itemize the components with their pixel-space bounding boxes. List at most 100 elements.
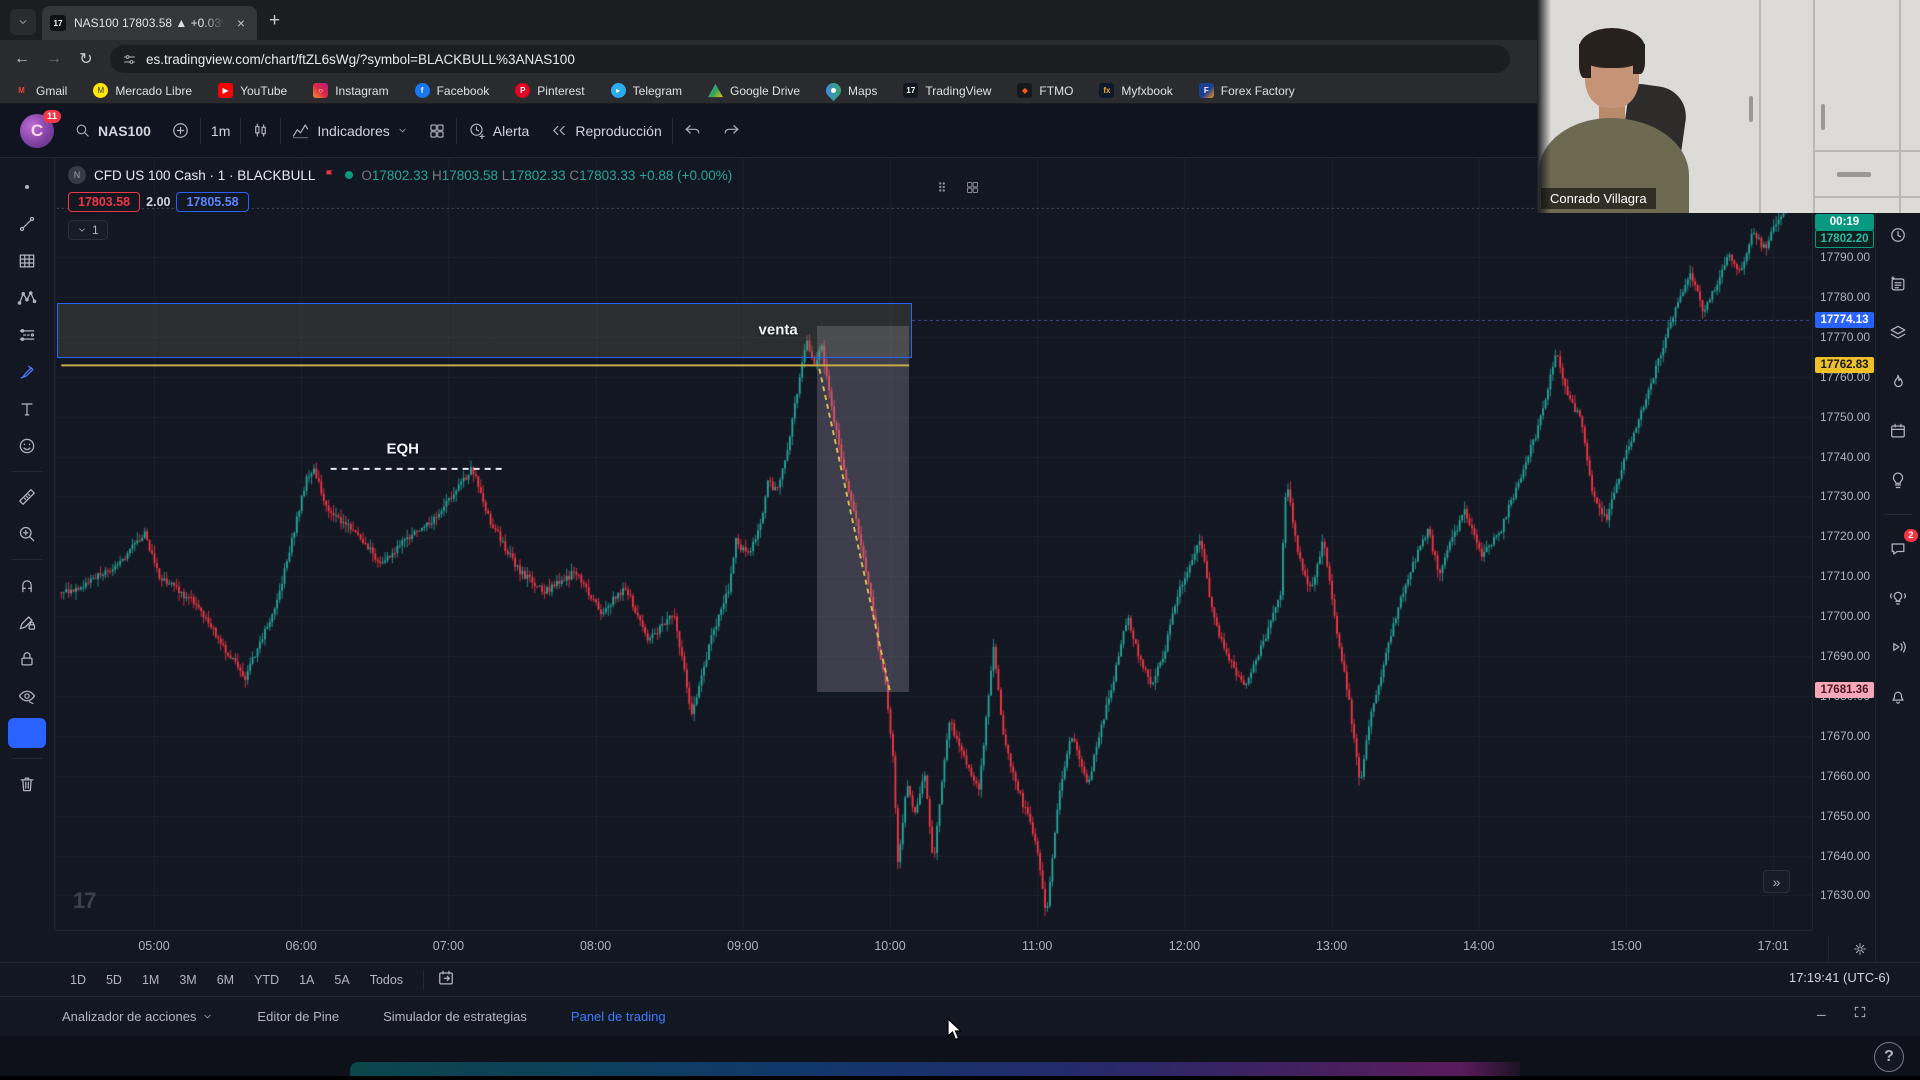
panel-tab-panel-de-trading[interactable]: Panel de trading [571, 1009, 666, 1024]
chats-icon [1888, 539, 1908, 559]
browser-tab[interactable]: 17 NAS100 17803.58 ▲ +0.03% Si × [42, 6, 257, 40]
range-1m-button[interactable]: 1M [134, 969, 167, 991]
drawing-lock-tool[interactable] [8, 607, 46, 637]
go-to-date-button[interactable] [436, 968, 456, 991]
ruler-tool[interactable] [8, 482, 46, 512]
bookmark-item[interactable]: PPinterest [515, 83, 584, 98]
spread-value: 2.00 [146, 195, 170, 209]
replay-button[interactable]: Reproducción [539, 121, 671, 140]
wardrobe-seam [1759, 0, 1761, 213]
sync-drawings-tool[interactable] [8, 718, 46, 748]
bookmark-item[interactable]: ▸Telegram [611, 83, 682, 98]
series-clock[interactable]: 17:19:41 (UTC-6) [1789, 970, 1890, 985]
scroll-to-recent-button[interactable]: » [1763, 870, 1790, 893]
shows-button[interactable] [1883, 632, 1913, 662]
range-1d-button[interactable]: 1D [62, 969, 94, 991]
bookmark-item[interactable]: fFacebook [415, 83, 490, 98]
live-streams-button[interactable] [1883, 583, 1913, 613]
alerts-clock-button[interactable] [1883, 220, 1913, 250]
notifications-button[interactable] [1883, 681, 1913, 711]
panel-tab-analizador-de-acciones[interactable]: Analizador de acciones [62, 1009, 213, 1024]
range-todos-button[interactable]: Todos [362, 969, 411, 991]
flag-icon[interactable] [323, 167, 337, 183]
lock-all-tool[interactable] [8, 644, 46, 674]
tradingview-watermark-logo[interactable]: 17 [73, 888, 95, 914]
trend-line-tool[interactable] [8, 209, 46, 239]
indicator-templates-button[interactable] [418, 122, 456, 140]
range-6m-button[interactable]: 6M [209, 969, 242, 991]
help-button[interactable]: ? [1874, 1042, 1904, 1072]
price-tick-label: 17630.00 [1820, 888, 1870, 902]
time-tick-label: 12:00 [1169, 939, 1200, 953]
calendar-button[interactable] [1883, 416, 1913, 446]
candles-icon [251, 121, 270, 140]
sell-zone-label[interactable]: venta [759, 321, 798, 338]
text-notes-button[interactable] [1883, 269, 1913, 299]
hotlists-button[interactable] [1883, 367, 1913, 397]
brush-tool[interactable] [8, 357, 46, 387]
bookmark-item[interactable]: ○Instagram [313, 83, 388, 98]
new-tab-button[interactable]: + [269, 10, 280, 32]
maximize-pane-icon[interactable] [965, 180, 980, 195]
bookmark-item[interactable]: MGmail [14, 83, 67, 98]
address-bar[interactable]: es.tradingview.com/chart/ftZL6sWg/?symbo… [110, 45, 1510, 73]
tab-list-chevron-icon[interactable] [10, 9, 36, 35]
fib-retracement-tool[interactable] [8, 246, 46, 276]
drawings-count-button[interactable]: 1 [68, 220, 108, 240]
bookmark-item[interactable]: MMercado Libre [93, 83, 192, 98]
range-ytd-button[interactable]: YTD [246, 969, 287, 991]
sell-price-button[interactable]: 17803.58 [68, 192, 140, 212]
range-3m-button[interactable]: 3M [171, 969, 204, 991]
text-tool[interactable] [8, 394, 46, 424]
price-axis[interactable]: 17790.0017780.0017770.0017760.0017750.00… [1812, 158, 1875, 930]
site-info-icon[interactable] [122, 52, 137, 67]
panel-tab-simulador-de-estrategias[interactable]: Simulador de estrategias [383, 1009, 527, 1024]
drag-handle-icon[interactable] [935, 180, 949, 194]
price-tick-label: 17790.00 [1820, 250, 1870, 264]
interval-button[interactable]: 1m [201, 123, 240, 139]
buy-price-button[interactable]: 17805.58 [176, 192, 248, 212]
chart-legend[interactable]: N CFD US 100 Cash · 1 · BLACKBULL O17802… [68, 166, 732, 184]
bookmark-item[interactable]: Google Drive [708, 83, 800, 98]
range-1a-button[interactable]: 1A [291, 969, 322, 991]
object-tree-button[interactable] [1883, 318, 1913, 348]
bookmark-item[interactable]: fxMyfxbook [1099, 83, 1172, 98]
sell-path-dashed-line[interactable] [819, 369, 890, 692]
bookmark-item[interactable]: FForex Factory [1199, 83, 1295, 98]
cursor-dot-tool[interactable] [8, 172, 46, 202]
minimize-panel-icon[interactable] [1814, 1004, 1830, 1020]
symbol-description[interactable]: CFD US 100 Cash · 1 · BLACKBULL [94, 168, 315, 183]
undo-button[interactable] [673, 121, 712, 140]
range-5a-button[interactable]: 5A [326, 969, 357, 991]
compare-button[interactable] [161, 121, 200, 140]
chats-button[interactable]: 2 [1883, 534, 1913, 564]
forward-icon[interactable]: → [40, 45, 68, 73]
bookmark-item[interactable]: 17TradingView [903, 83, 991, 98]
bookmark-item[interactable]: Maps [826, 83, 877, 98]
alert-button[interactable]: Alerta [457, 121, 540, 140]
magnet-tool[interactable] [8, 570, 46, 600]
remove-drawings-tool[interactable] [8, 769, 46, 799]
panel-tab-editor-de-pine[interactable]: Editor de Pine [257, 1009, 339, 1024]
time-axis[interactable]: 05:0006:0007:0008:0009:0010:0011:0012:00… [55, 930, 1812, 962]
long-position-tool[interactable] [8, 320, 46, 350]
bookmark-item[interactable]: ▶YouTube [218, 83, 287, 98]
zoom-in-tool[interactable] [8, 519, 46, 549]
xabcd-pattern-tool[interactable] [8, 283, 46, 313]
chart-pane[interactable]: venta EQH N CFD US 100 Cash · 1 · BLACKB… [55, 158, 1812, 930]
range-5d-button[interactable]: 5D [98, 969, 130, 991]
emoji-tool[interactable] [8, 431, 46, 461]
reload-icon[interactable]: ↻ [72, 45, 100, 73]
eqh-label[interactable]: EQH [387, 441, 420, 458]
maximize-panel-icon[interactable] [1852, 1004, 1868, 1020]
redo-button[interactable] [712, 121, 751, 140]
user-avatar[interactable]: C 11 [20, 114, 54, 148]
tab-close-icon[interactable]: × [233, 14, 249, 32]
indicators-button[interactable]: Indicadores [281, 121, 417, 140]
hide-drawings-tool[interactable] [8, 681, 46, 711]
bookmark-item[interactable]: ◆FTMO [1017, 83, 1073, 98]
back-icon[interactable]: ← [8, 45, 36, 73]
ideas-button[interactable] [1883, 465, 1913, 495]
chart-style-button[interactable] [241, 121, 280, 140]
symbol-search-button[interactable]: NAS100 [64, 122, 161, 139]
